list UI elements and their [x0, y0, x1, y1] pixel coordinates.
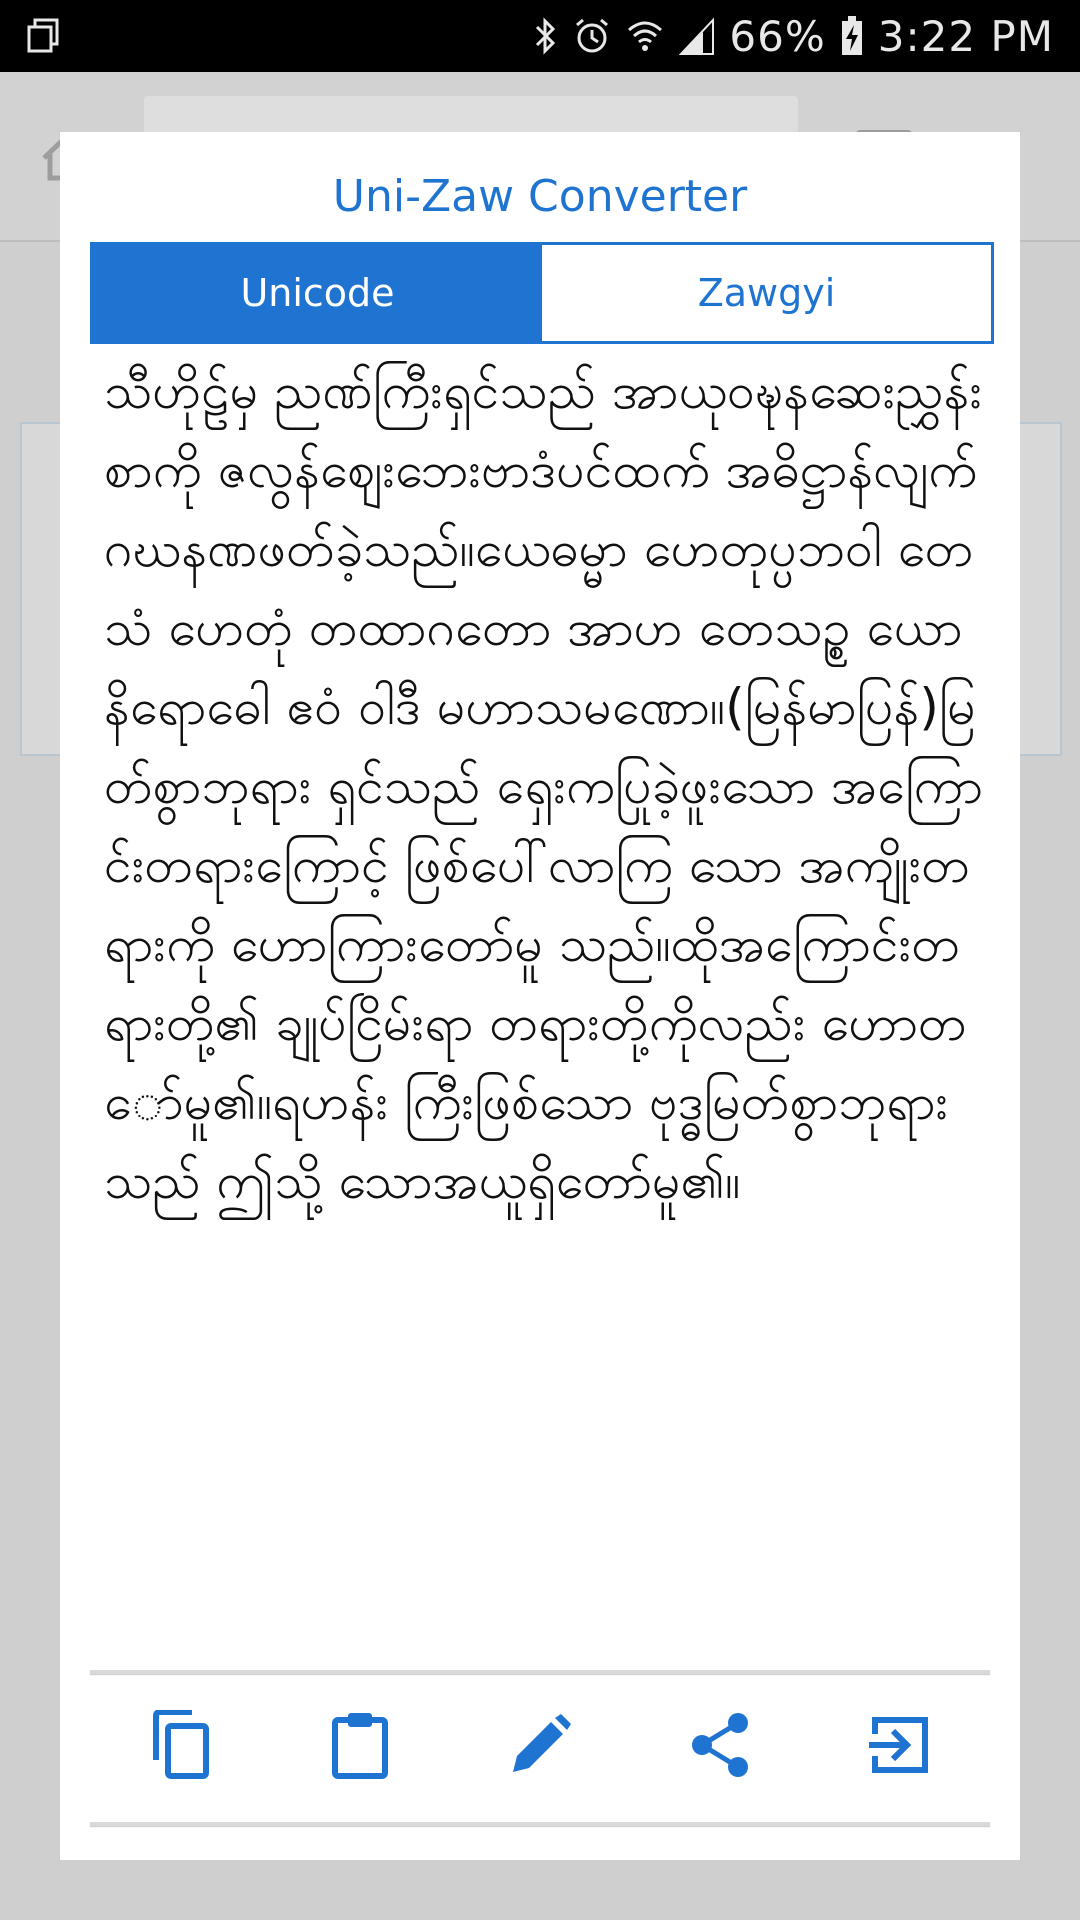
battery-percent: 66%	[729, 11, 826, 61]
dialog-title: Uni-Zaw Converter	[332, 171, 748, 222]
action-bar	[90, 1682, 990, 1812]
import-button[interactable]	[850, 1697, 950, 1797]
converter-dialog: Uni-Zaw Converter Unicode Zawgyi သီဟိုဠ်…	[60, 132, 1020, 1860]
converted-text-area[interactable]: သီဟိုဠ်မှ ညဏ်ကြီးရှင်သည် အာယုဝဍ္ဎနဆေးညွှ…	[104, 352, 984, 1532]
status-bar: 66% 3:22 PM	[0, 0, 1080, 72]
battery-charging-icon	[840, 15, 864, 57]
input-icon	[869, 1714, 931, 1780]
encoding-tabs: Unicode Zawgyi	[90, 242, 994, 344]
divider-top	[90, 1670, 990, 1674]
edit-button[interactable]	[490, 1697, 590, 1797]
wifi-icon	[625, 16, 665, 56]
copy-notification-icon	[26, 18, 60, 54]
bluetooth-icon	[533, 16, 559, 56]
copy-icon	[148, 1709, 212, 1784]
signal-icon	[679, 16, 715, 56]
paste-button[interactable]	[310, 1697, 410, 1797]
tab-zawgyi[interactable]: Zawgyi	[542, 245, 991, 341]
share-icon	[690, 1712, 750, 1782]
share-button[interactable]	[670, 1697, 770, 1797]
divider-bottom	[90, 1822, 990, 1826]
pencil-icon	[509, 1714, 571, 1780]
alarm-icon	[573, 16, 611, 56]
copy-button[interactable]	[130, 1697, 230, 1797]
clock: 3:22 PM	[877, 11, 1054, 61]
tab-unicode[interactable]: Unicode	[93, 245, 542, 341]
clipboard-icon	[331, 1710, 389, 1784]
